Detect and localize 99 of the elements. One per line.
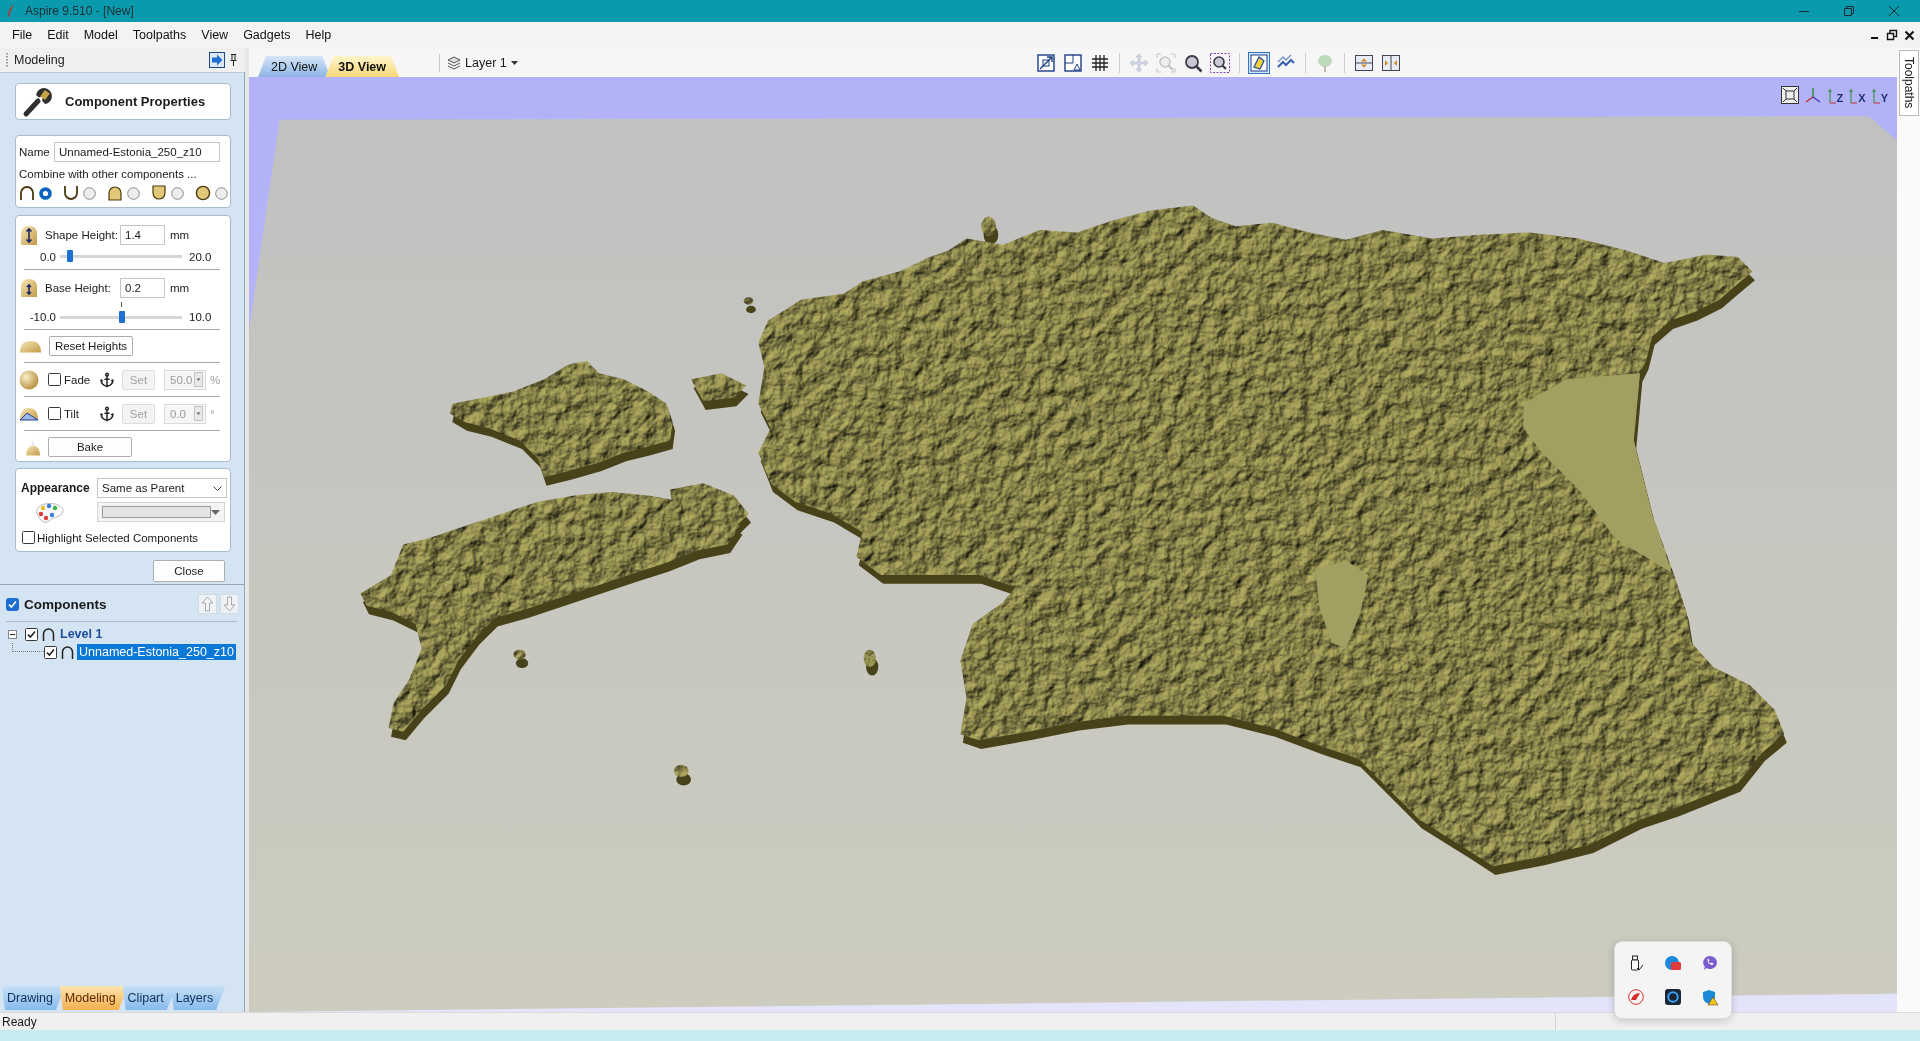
field-label: Name bbox=[19, 146, 51, 158]
axis-view-button[interactable]: Y bbox=[1870, 86, 1888, 104]
bake-button[interactable]: Bake bbox=[48, 437, 132, 457]
checkbox[interactable] bbox=[44, 645, 57, 659]
checkbox-label: Tilt bbox=[64, 407, 80, 420]
tree-item[interactable]: Unnamed-Estonia_250_z10 bbox=[77, 644, 236, 660]
pin-icon[interactable] bbox=[230, 54, 237, 66]
checkbox-label: Highlight Selected Components bbox=[37, 531, 199, 544]
phone-bubble-icon[interactable] bbox=[1702, 955, 1719, 971]
restore-icon[interactable] bbox=[1887, 30, 1897, 40]
color-swatch-icon bbox=[102, 506, 211, 518]
app-logo-icon bbox=[7, 4, 15, 18]
highlight-checkbox[interactable] bbox=[22, 531, 35, 544]
radio-button[interactable] bbox=[171, 186, 184, 200]
grip-handle-icon bbox=[6, 53, 8, 67]
tilted-dome-icon bbox=[19, 406, 39, 421]
window-title: Aspire 9.510 - [New] bbox=[25, 4, 134, 18]
axes-icon bbox=[1848, 88, 1858, 104]
color-dropdown[interactable] bbox=[97, 502, 225, 522]
radio-button[interactable] bbox=[83, 186, 96, 200]
chevron-down-icon bbox=[213, 485, 222, 491]
wrench-icon bbox=[21, 85, 53, 118]
anchor-icon bbox=[99, 405, 115, 422]
axis-view-button[interactable]: X bbox=[1848, 86, 1866, 104]
radio-button[interactable] bbox=[39, 186, 52, 200]
small-dome-icon bbox=[25, 438, 41, 456]
menu-item[interactable]: Help bbox=[305, 28, 332, 42]
layers-icon bbox=[447, 55, 462, 70]
unit-label: ° bbox=[210, 407, 215, 420]
tilt-checkbox[interactable] bbox=[48, 407, 61, 420]
solid-arch-icon bbox=[107, 185, 123, 201]
shape-height-field[interactable]: 1.4 bbox=[120, 225, 165, 245]
close-button[interactable]: Close bbox=[153, 560, 225, 582]
card-title: Component Properties bbox=[65, 94, 206, 109]
menu-item[interactable]: Gadgets bbox=[243, 28, 291, 42]
axes-icon bbox=[1870, 88, 1880, 104]
fit-frame-icon[interactable] bbox=[1780, 86, 1799, 104]
status-text: Ready bbox=[2, 1014, 37, 1029]
cup-outline-icon bbox=[63, 185, 79, 201]
dome-icon bbox=[19, 339, 42, 353]
slider-min-label: -10.0 bbox=[28, 310, 56, 324]
speedometer-icon[interactable] bbox=[1627, 989, 1644, 1005]
anchor-icon bbox=[99, 371, 115, 388]
menu-item[interactable]: Toolpaths bbox=[132, 28, 187, 42]
palette-icon bbox=[33, 501, 65, 523]
components-checkbox[interactable] bbox=[6, 597, 19, 611]
arrow-box-icon[interactable] bbox=[209, 52, 225, 68]
menu-item[interactable]: File bbox=[12, 28, 33, 42]
panel-title: Modeling bbox=[14, 53, 65, 67]
dome-arrow-icon bbox=[19, 224, 39, 246]
magnifier-dashed-box-icon[interactable] bbox=[1209, 51, 1231, 74]
disc-icon bbox=[195, 185, 211, 201]
slider-min-label: 0.0 bbox=[39, 250, 56, 264]
field-label: Appearance bbox=[21, 481, 91, 495]
axes-icon bbox=[1826, 88, 1836, 104]
ring-icon[interactable] bbox=[1665, 989, 1681, 1005]
field-label: Base Height: bbox=[45, 282, 112, 294]
menu-item[interactable]: View bbox=[201, 28, 229, 42]
window-split-icon[interactable] bbox=[1062, 51, 1084, 74]
slider-thumb[interactable] bbox=[119, 311, 126, 323]
arch-outline-icon bbox=[42, 627, 55, 641]
slider-thumb[interactable] bbox=[66, 250, 73, 262]
reset-heights-button[interactable]: Reset Heights bbox=[49, 336, 133, 356]
shield-warning-icon[interactable] bbox=[1702, 989, 1719, 1005]
panel-tab[interactable]: Layers bbox=[170, 986, 226, 1010]
slider-max-label: 20.0 bbox=[189, 250, 212, 264]
unit-label: mm bbox=[170, 229, 190, 241]
view-tab[interactable]: 3D View bbox=[325, 56, 400, 77]
name-field[interactable]: Unnamed-Estonia_250_z10 bbox=[54, 142, 220, 162]
field-label: Shape Height: bbox=[45, 229, 119, 241]
section-title: Components bbox=[24, 596, 107, 612]
close-icon[interactable] bbox=[1905, 30, 1914, 40]
tree-item[interactable]: Level 1 bbox=[58, 626, 105, 642]
menu-item[interactable]: Model bbox=[83, 28, 118, 42]
solid-cup-icon bbox=[151, 185, 167, 201]
arch-outline-icon bbox=[61, 645, 74, 659]
collapse-icon[interactable] bbox=[8, 629, 17, 639]
dock-tab[interactable]: Toolpaths bbox=[1899, 50, 1919, 116]
sphere-icon bbox=[19, 369, 39, 390]
unit-label: mm bbox=[170, 282, 190, 294]
app-badge-icon[interactable] bbox=[1665, 955, 1681, 971]
checkbox-label: Fade bbox=[64, 373, 92, 386]
checkbox[interactable] bbox=[25, 627, 38, 641]
menu-item[interactable]: Edit bbox=[47, 28, 69, 42]
field-label: Combine with other components ... bbox=[19, 168, 198, 180]
radio-button[interactable] bbox=[215, 186, 228, 200]
caret-down-icon bbox=[510, 60, 518, 65]
dome-arrow-icon bbox=[19, 278, 39, 298]
radio-button[interactable] bbox=[127, 186, 140, 200]
axis-view-button[interactable]: Z bbox=[1826, 86, 1844, 104]
slider-max-label: 10.0 bbox=[189, 310, 212, 324]
unit-label: % bbox=[210, 373, 221, 386]
shaded-shape-icon[interactable] bbox=[1248, 51, 1270, 74]
base-height-field[interactable]: 0.2 bbox=[120, 278, 165, 298]
layer-dropdown[interactable]: Layer 1 bbox=[447, 55, 518, 70]
caret-down-icon bbox=[211, 509, 220, 515]
fade-checkbox[interactable] bbox=[48, 373, 61, 386]
arch-outline-icon bbox=[19, 185, 35, 201]
appearance-dropdown[interactable]: Same as Parent bbox=[97, 478, 227, 498]
